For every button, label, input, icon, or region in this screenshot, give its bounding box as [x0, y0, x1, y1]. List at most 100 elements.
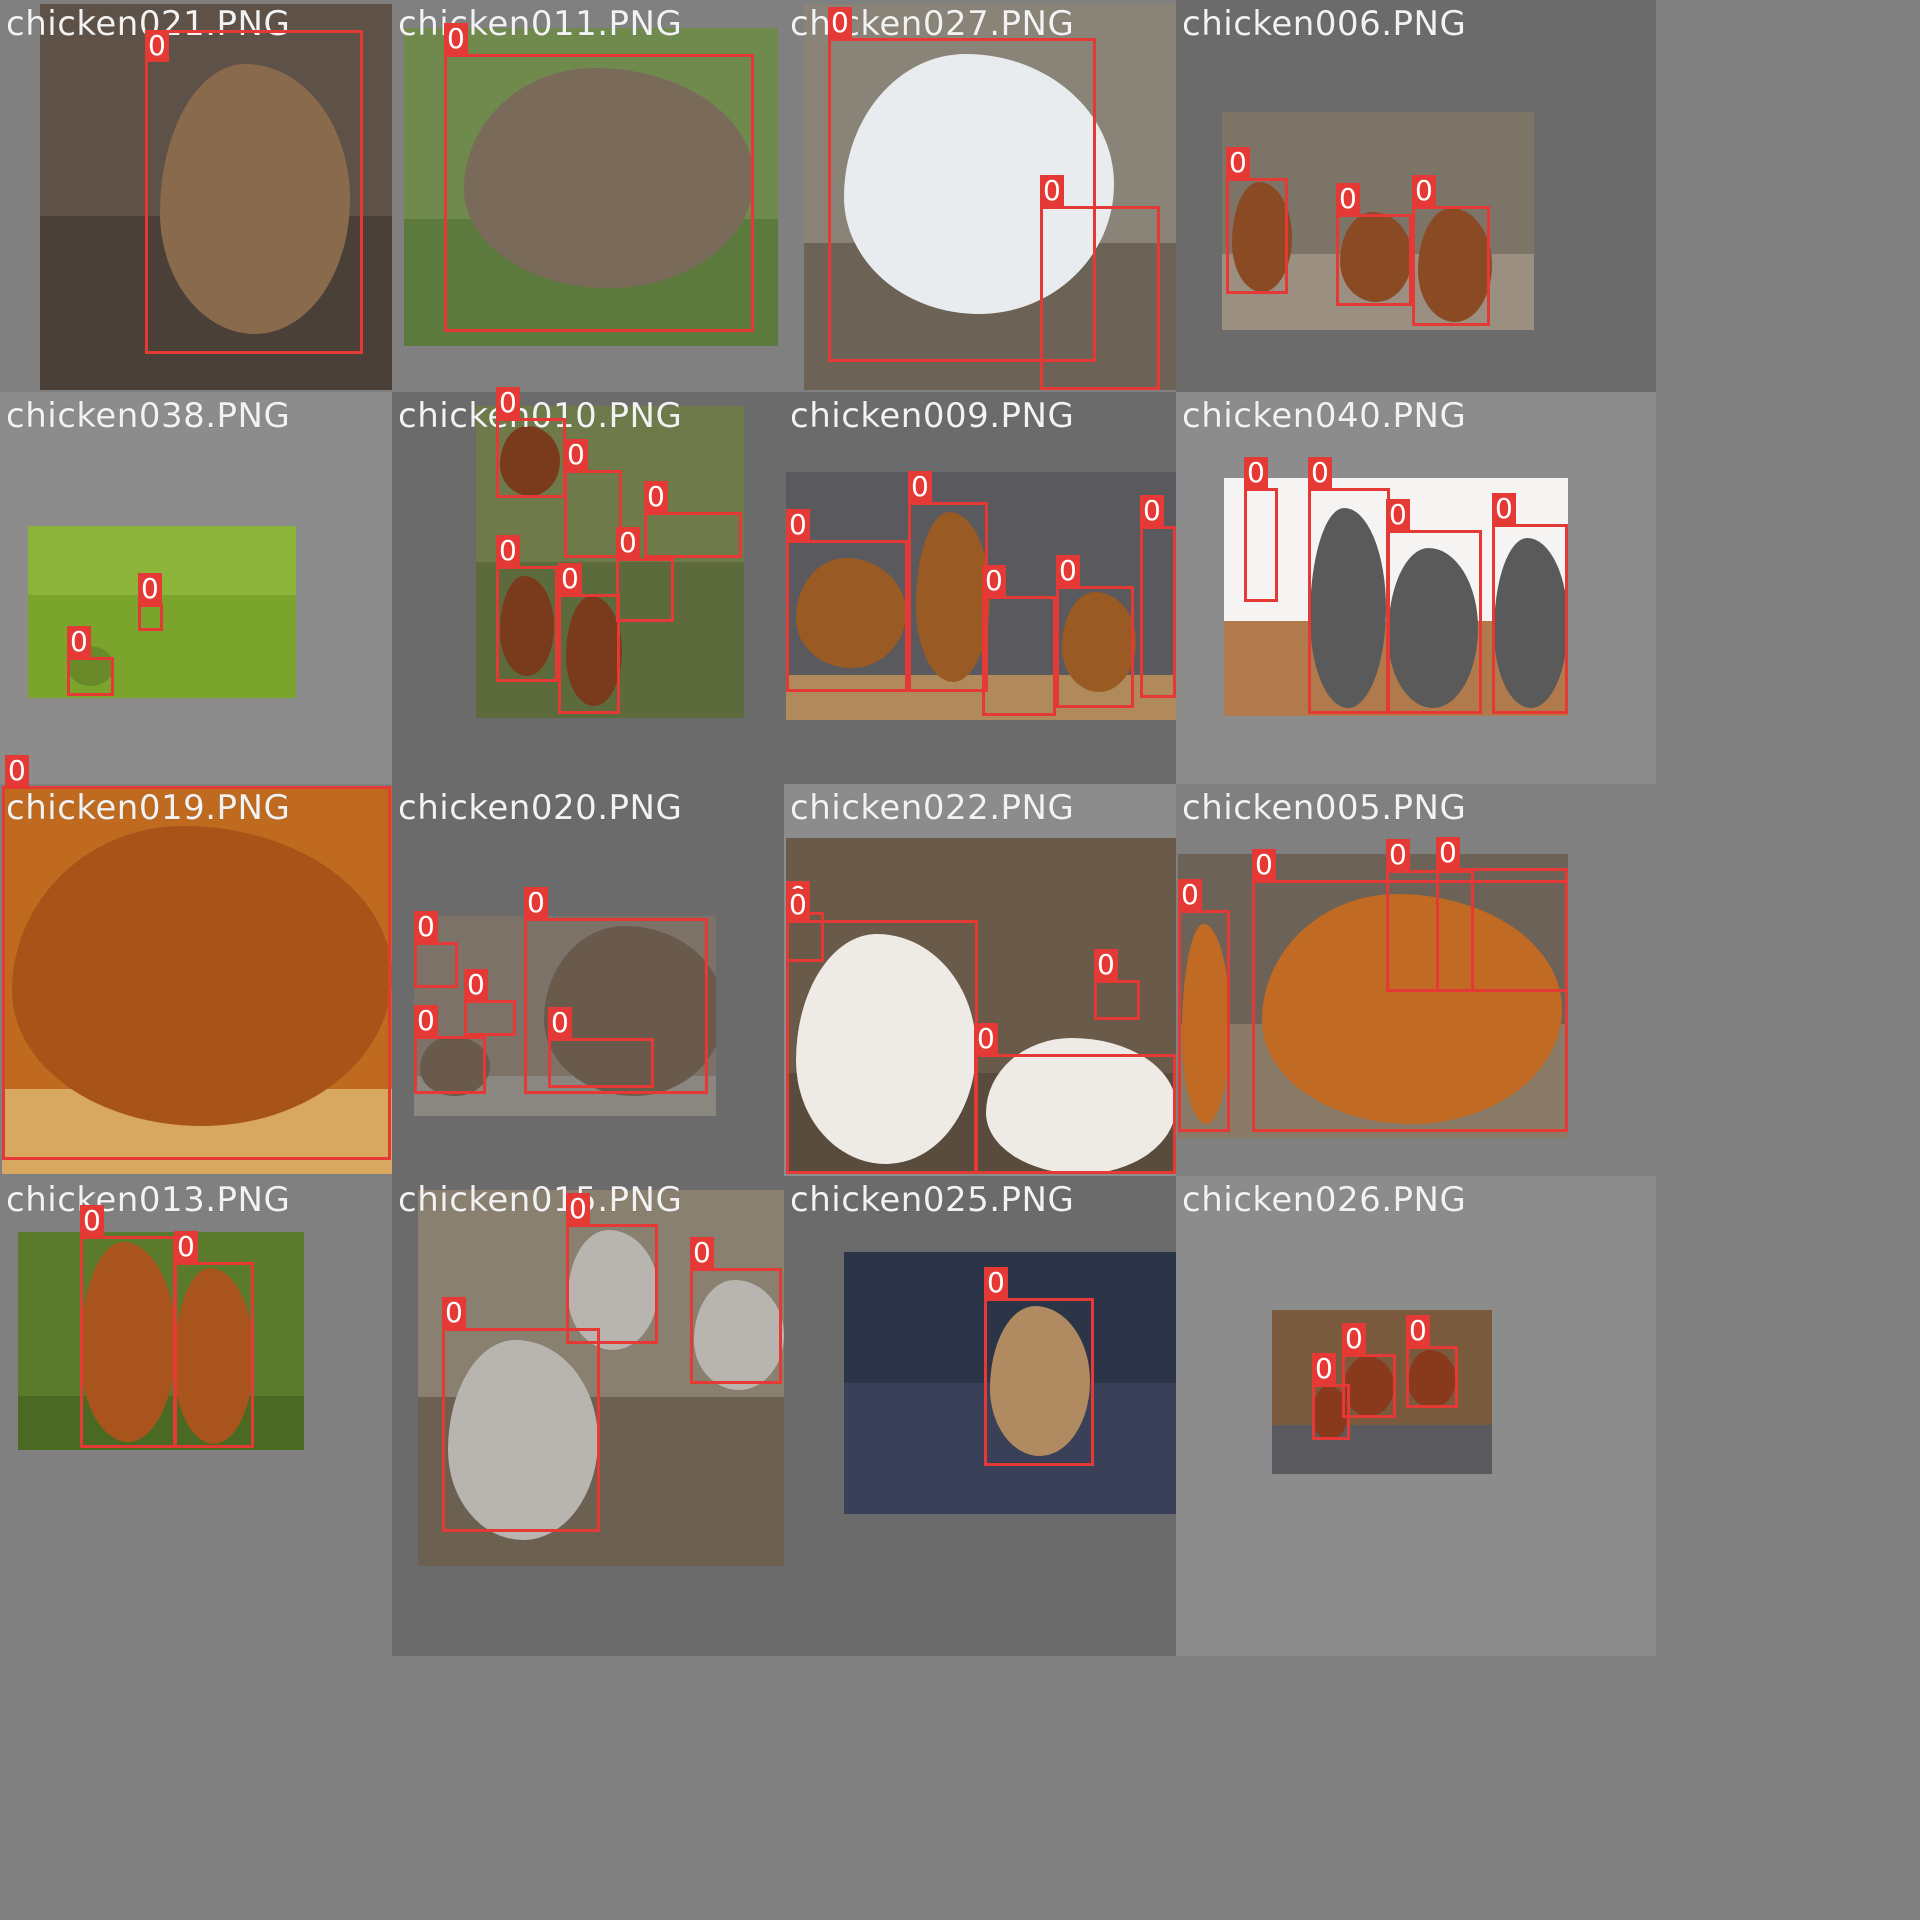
- class-label: 0: [828, 7, 852, 39]
- detection-grid: chicken021.PNG chicken011.PNG chicken027…: [0, 0, 1920, 1920]
- class-label: 0: [414, 911, 438, 943]
- class-label: 0: [524, 887, 548, 919]
- class-label: 0: [1336, 183, 1360, 215]
- detection-box[interactable]: 0: [1094, 949, 1140, 1020]
- class-label: 0: [1056, 555, 1080, 587]
- class-label: 0: [1436, 837, 1460, 869]
- detection-box[interactable]: 0: [145, 30, 363, 354]
- detection-box[interactable]: 0: [1178, 879, 1230, 1132]
- filename-label: chicken005.PNG: [1182, 788, 1467, 828]
- detection-box[interactable]: 0: [786, 889, 978, 1174]
- class-label: 0: [984, 1267, 1008, 1299]
- detection-box[interactable]: 0: [496, 535, 558, 682]
- detection-box[interactable]: 0: [548, 1007, 654, 1088]
- class-label: 0: [1406, 1315, 1430, 1347]
- filename-label: chicken011.PNG: [398, 4, 683, 44]
- class-label: 0: [5, 755, 29, 787]
- class-label: 0: [644, 481, 668, 513]
- detection-box[interactable]: 0: [1386, 499, 1482, 714]
- detection-box[interactable]: 0: [464, 969, 516, 1036]
- class-label: 0: [145, 30, 169, 62]
- class-label: 0: [1040, 175, 1064, 207]
- class-label: 0: [174, 1231, 198, 1263]
- class-label: 0: [908, 471, 932, 503]
- filename-label: chicken038.PNG: [6, 396, 291, 436]
- detection-box[interactable]: 0: [1412, 175, 1490, 326]
- detection-box[interactable]: 0: [984, 1267, 1094, 1466]
- class-label: 0: [558, 563, 582, 595]
- detection-box[interactable]: 0: [786, 509, 908, 692]
- class-label: 0: [1386, 839, 1410, 871]
- class-label: 0: [1308, 457, 1332, 489]
- detection-box[interactable]: 0: [974, 1023, 1176, 1174]
- detection-box[interactable]: 0: [1436, 837, 1568, 992]
- class-label: 0: [496, 535, 520, 567]
- class-label: 0: [464, 969, 488, 1001]
- photo-ground: [1272, 1424, 1492, 1474]
- detection-box[interactable]: 0: [1040, 175, 1160, 390]
- class-label: 0: [80, 1205, 104, 1237]
- class-label: 0: [1312, 1353, 1336, 1385]
- class-label: 0: [67, 626, 91, 658]
- class-label: 0: [1244, 457, 1268, 489]
- detection-box[interactable]: 0: [1226, 147, 1288, 294]
- detection-box[interactable]: 0: [414, 1005, 486, 1094]
- detection-box[interactable]: 0: [1492, 493, 1568, 714]
- detection-box[interactable]: 0: [138, 573, 163, 631]
- class-label: 0: [1252, 849, 1276, 881]
- class-label: 0: [566, 1193, 590, 1225]
- class-label: 0: [690, 1237, 714, 1269]
- class-label: 0: [442, 1297, 466, 1329]
- class-label: 0: [786, 509, 810, 541]
- class-label: 0: [1226, 147, 1250, 179]
- detection-box[interactable]: 0: [80, 1205, 176, 1448]
- class-label: 0: [444, 23, 468, 55]
- class-label: 0: [1386, 499, 1410, 531]
- image-tile[interactable]: chicken026.PNG: [1176, 1176, 1656, 1656]
- class-label: 0: [1094, 949, 1118, 981]
- detection-box[interactable]: 0: [566, 1193, 658, 1344]
- detection-box[interactable]: 0: [1342, 1323, 1396, 1418]
- detection-box[interactable]: 0: [1312, 1353, 1350, 1440]
- filename-label: chicken022.PNG: [790, 788, 1075, 828]
- detection-box[interactable]: 0: [558, 563, 620, 714]
- class-label: 0: [1140, 495, 1164, 527]
- detection-box[interactable]: 0: [1308, 457, 1390, 714]
- detection-box[interactable]: 0: [908, 471, 988, 692]
- detection-box[interactable]: 0: [414, 911, 458, 988]
- filename-label: chicken006.PNG: [1182, 4, 1467, 44]
- class-label: 0: [1178, 879, 1202, 911]
- filename-label: chicken025.PNG: [790, 1180, 1075, 1220]
- detection-box[interactable]: 0: [1140, 495, 1176, 698]
- detection-box[interactable]: 0: [616, 527, 674, 622]
- detection-box[interactable]: 0: [1244, 457, 1278, 602]
- detection-box[interactable]: 0: [174, 1231, 254, 1448]
- detection-box[interactable]: 0: [444, 23, 754, 332]
- detection-box[interactable]: 0: [644, 481, 742, 558]
- class-label: 0: [616, 527, 640, 559]
- detection-box[interactable]: 0: [690, 1237, 782, 1384]
- class-label: 0: [1412, 175, 1436, 207]
- class-label: 0: [1492, 493, 1516, 525]
- detection-box[interactable]: 0: [2, 755, 391, 1160]
- class-label: 0: [564, 439, 588, 471]
- detection-box[interactable]: 0: [496, 387, 566, 498]
- class-label: 0: [982, 565, 1006, 597]
- class-label: 0: [548, 1007, 572, 1039]
- filename-label: chicken020.PNG: [398, 788, 683, 828]
- filename-label: chicken015.PNG: [398, 1180, 683, 1220]
- detection-box[interactable]: 0: [1336, 183, 1412, 306]
- class-label: 0: [496, 387, 520, 419]
- detection-box[interactable]: 0: [1406, 1315, 1458, 1408]
- class-label: 0: [1342, 1323, 1366, 1355]
- detection-box[interactable]: 0: [982, 565, 1056, 716]
- class-label: 0: [974, 1023, 998, 1055]
- filename-label: chicken026.PNG: [1182, 1180, 1467, 1220]
- class-label: 0: [138, 573, 162, 605]
- detection-box[interactable]: 0: [67, 626, 114, 696]
- filename-label: chicken009.PNG: [790, 396, 1075, 436]
- detection-box[interactable]: 0: [442, 1297, 600, 1532]
- detection-box[interactable]: 0: [564, 439, 622, 558]
- detection-box[interactable]: 0: [1056, 555, 1134, 708]
- class-label: 0: [414, 1005, 438, 1037]
